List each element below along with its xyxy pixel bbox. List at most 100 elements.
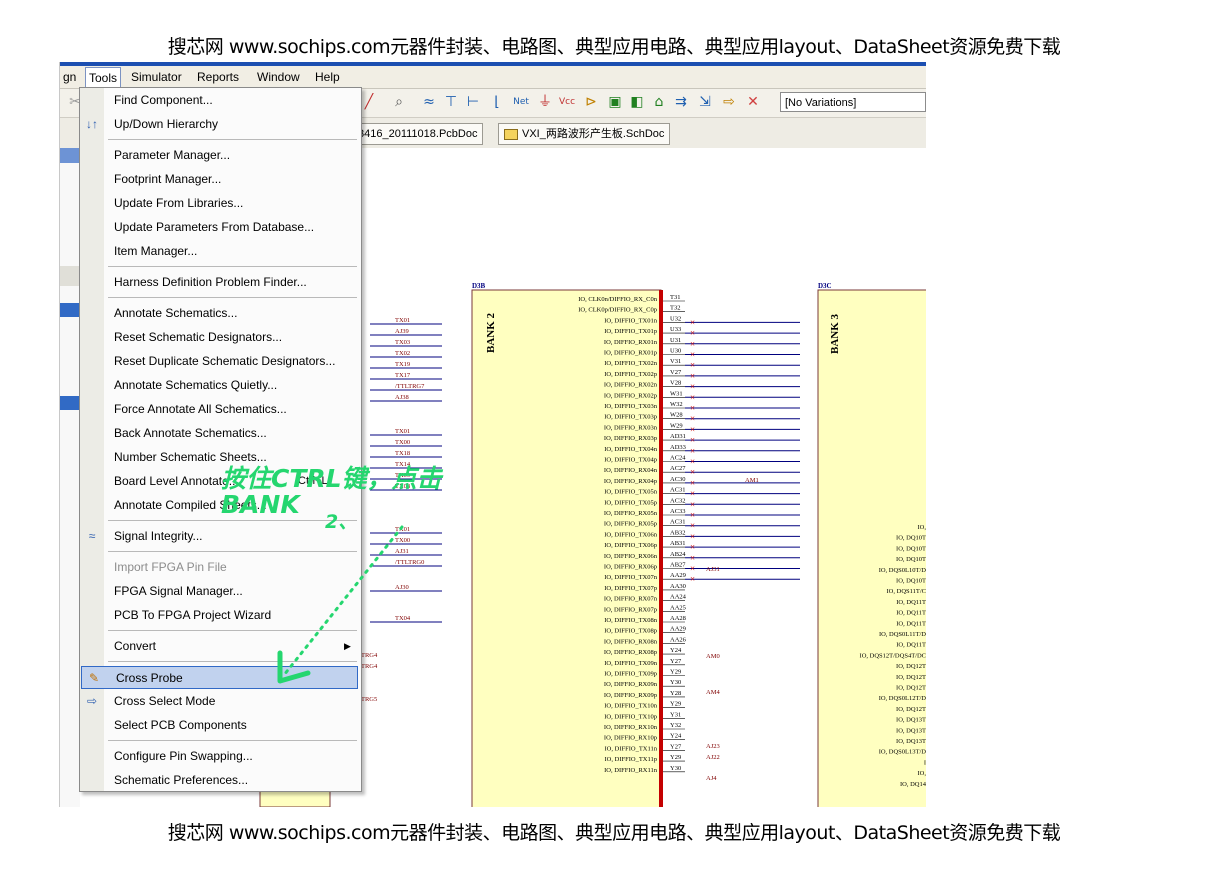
directive-icon[interactable]: ⇲	[696, 93, 714, 111]
bank2-pin-name: IO, DIFFIO_RX03n	[604, 424, 658, 431]
menu-item-label: Import FPGA Pin File	[114, 560, 227, 574]
menu-separator	[108, 139, 357, 140]
net-label[interactable]: TX01	[395, 317, 410, 324]
net-label-icon[interactable]: Net	[512, 93, 530, 111]
menu-simulator[interactable]: Simulator	[128, 69, 185, 85]
bank2-pin-name: IO, DIFFIO_RX02p	[604, 392, 657, 399]
net-label[interactable]: AM4	[706, 689, 720, 696]
bank3-pin-name: IO, DQ13T	[896, 727, 926, 734]
net-label[interactable]: TX03	[395, 339, 410, 346]
menu-item-up-down-hierarchy[interactable]: ↓↑ Up/Down Hierarchy	[80, 113, 359, 136]
menu-help[interactable]: Help	[312, 69, 343, 85]
net-label[interactable]: TX17	[395, 372, 411, 379]
net-label[interactable]: AJ38	[395, 394, 409, 401]
no-erc-marker-icon: ×	[690, 489, 695, 499]
tab-schdoc[interactable]: VXI_两路波形产生板.SchDoc	[498, 123, 671, 145]
net-label[interactable]: AJ23	[706, 743, 720, 750]
menu-bar: gn Tools Simulator Reports Window Help	[60, 66, 926, 89]
bank3-pin-name: IO, DQ12T	[896, 706, 926, 713]
port-icon[interactable]: ⇉	[672, 93, 690, 111]
menu-item-reset-duplicate-schematic-designators[interactable]: Reset Duplicate Schematic Designators...	[80, 350, 359, 373]
no-erc-marker-icon: ×	[690, 542, 695, 552]
no-erc-icon[interactable]: ✕	[744, 93, 762, 111]
net-label[interactable]: AJ31	[706, 566, 720, 573]
watermark-bottom: 搜芯网 www.sochips.com元器件封装、电路图、典型应用电路、典型应用…	[167, 822, 1061, 844]
net-label[interactable]: TX18	[395, 450, 410, 457]
menu-tools[interactable]: Tools	[85, 67, 122, 89]
menu-item-reset-schematic-designators[interactable]: Reset Schematic Designators...	[80, 326, 359, 349]
bank2-pin-number: AC27	[670, 465, 686, 472]
menu-item-schematic-preferences[interactable]: Schematic Preferences...	[80, 769, 359, 792]
menu-separator	[108, 740, 357, 741]
net-label[interactable]: TRG5	[361, 696, 377, 703]
device-sheet-icon[interactable]: ⌂	[650, 93, 668, 111]
menu-item-harness-definition-problem-finder[interactable]: Harness Definition Problem Finder...	[80, 271, 359, 294]
bank2-pin-number: Y30	[670, 679, 681, 686]
schematic-doc-icon	[504, 128, 518, 140]
bank2-pin-name: IO, DIFFIO_TX06n	[604, 531, 657, 538]
menu-design[interactable]: gn	[60, 69, 79, 85]
bank2-pin-name: IO, DIFFIO_TX10p	[604, 713, 657, 720]
bus-entry-icon[interactable]: ⊤	[442, 93, 460, 111]
no-erc-marker-icon: ×	[690, 478, 695, 488]
wire-icon[interactable]: ⊢	[464, 93, 482, 111]
net-label[interactable]: AM1	[745, 477, 759, 484]
net-label[interactable]: AJ4	[706, 775, 717, 782]
variations-select[interactable]: [No Variations]	[780, 92, 926, 112]
menu-item-footprint-manager[interactable]: Footprint Manager...	[80, 168, 359, 191]
bank2-pin-number: V27	[670, 369, 682, 376]
bank3-title[interactable]: BANK 3	[829, 313, 841, 354]
bank2-pin-number: U30	[670, 348, 681, 355]
sheet-symbol-icon[interactable]: ▣	[606, 93, 624, 111]
panel-field	[60, 266, 80, 286]
menu-item-label: Convert	[114, 639, 157, 653]
harness-icon[interactable]: ⌊	[488, 93, 506, 111]
net-label[interactable]: AJ22	[706, 754, 720, 761]
vcc-icon[interactable]: Vcc	[558, 93, 576, 111]
bank2-pin-name: IO, DIFFIO_TX08n	[604, 617, 657, 624]
tab-pcbdoc[interactable]: 3416_20111018.PcbDoc	[352, 123, 484, 145]
zoom-icon[interactable]: ⌕	[390, 93, 408, 111]
menu-item-annotate-schematics-quietly[interactable]: Annotate Schematics Quietly...	[80, 374, 359, 397]
menu-item-label: Signal Integrity...	[114, 529, 203, 543]
net-label[interactable]: TX01	[395, 428, 410, 435]
net-label[interactable]: TX19	[395, 361, 410, 368]
brush-icon[interactable]: ╱	[360, 93, 378, 111]
bank2-title[interactable]: BANK 2	[485, 312, 497, 353]
gnd-icon[interactable]: ⏚	[536, 93, 554, 111]
bank2-pin-name: IO, DIFFIO_RX01n	[604, 339, 658, 346]
menu-item-annotate-compiled-sheets[interactable]: Annotate Compiled Sheets...	[80, 494, 359, 517]
no-erc-marker-icon: ×	[690, 510, 695, 520]
sheet-entry-icon[interactable]: ◧	[628, 93, 646, 111]
menu-item-item-manager[interactable]: Item Manager...	[80, 240, 359, 263]
net-label[interactable]: TX02	[395, 350, 410, 357]
part-icon[interactable]: ⊳	[582, 93, 600, 111]
menu-item-force-annotate-all-schematics[interactable]: Force Annotate All Schematics...	[80, 398, 359, 421]
net-label[interactable]: TX00	[395, 439, 410, 446]
no-erc-marker-icon: ×	[690, 531, 695, 541]
bus-icon[interactable]: ≈	[420, 93, 438, 111]
no-erc-marker-icon: ×	[690, 339, 695, 349]
menu-window[interactable]: Window	[254, 69, 303, 85]
panel-selected-2	[60, 396, 80, 410]
menu-item-annotate-schematics[interactable]: Annotate Schematics...	[80, 302, 359, 325]
bank2-pin-number: AD33	[670, 444, 686, 451]
menu-item-select-pcb-components[interactable]: Select PCB Components	[80, 714, 359, 737]
net-label[interactable]: AJ39	[395, 328, 409, 335]
menu-separator	[108, 266, 357, 267]
menu-reports[interactable]: Reports	[194, 69, 242, 85]
net-label[interactable]: /TTLTRG7	[395, 383, 425, 390]
menu-item-parameter-manager[interactable]: Parameter Manager...	[80, 144, 359, 167]
net-label[interactable]: AM0	[706, 653, 720, 660]
menu-item-update-from-libraries[interactable]: Update From Libraries...	[80, 192, 359, 215]
compile-mask-icon[interactable]: ⇨	[720, 93, 738, 111]
bank2-pin-name: IO, DIFFIO_TX04p	[604, 457, 657, 464]
bank2-pin-number: Y24	[670, 647, 682, 654]
bank2-pin-number: Y24	[670, 733, 682, 740]
bank3-pin-name: IO, DQ13T	[896, 738, 926, 745]
menu-item-find-component[interactable]: Find Component...	[80, 89, 359, 112]
menu-item-update-parameters-from-database[interactable]: Update Parameters From Database...	[80, 216, 359, 239]
menu-item-configure-pin-swapping[interactable]: Configure Pin Swapping...	[80, 745, 359, 768]
menu-item-back-annotate-schematics[interactable]: Back Annotate Schematics...	[80, 422, 359, 445]
bank3-pin-name: IO, DQ11T	[896, 610, 926, 617]
